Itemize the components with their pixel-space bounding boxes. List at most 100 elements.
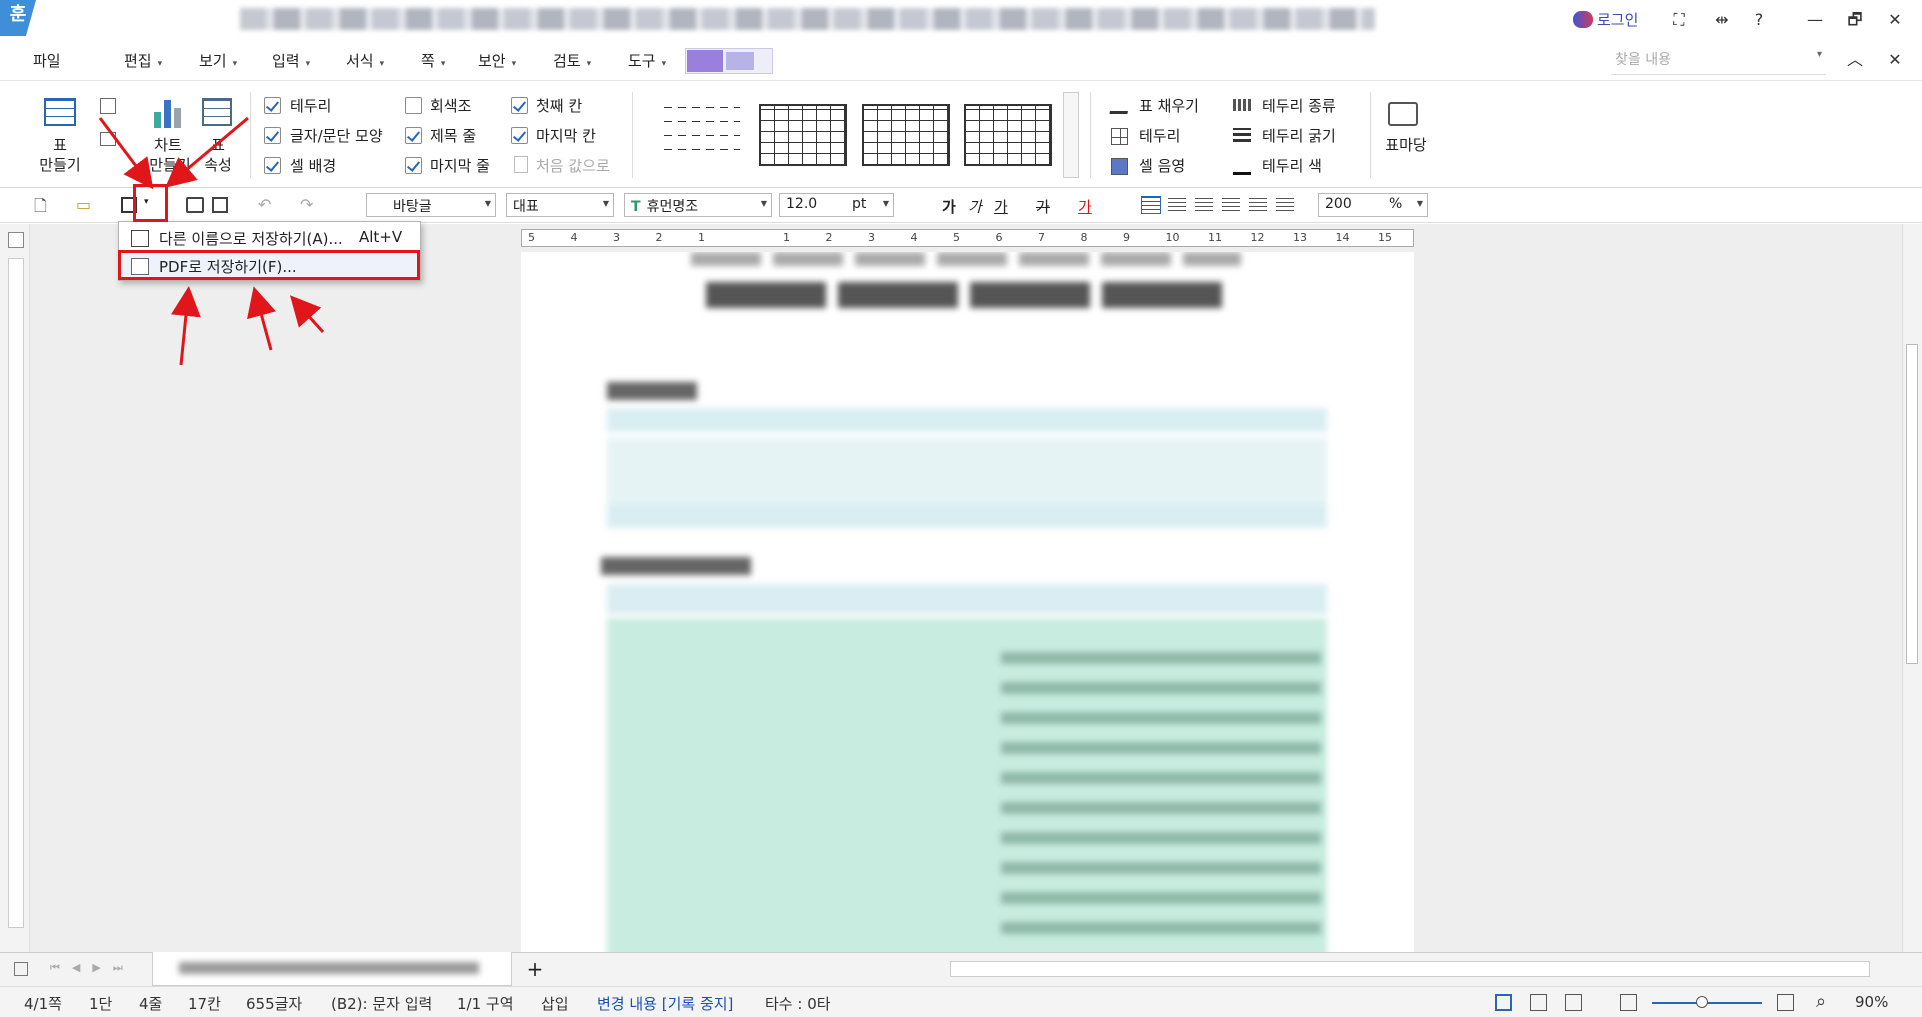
print-preview-icon[interactable] bbox=[212, 197, 228, 213]
cell-bg-checkbox[interactable] bbox=[264, 157, 281, 174]
close-button[interactable]: ✕ bbox=[1882, 8, 1908, 32]
login-button[interactable]: 로그인 bbox=[1573, 7, 1638, 31]
chart-create-line1[interactable]: 차트 bbox=[144, 134, 192, 156]
status-zoom[interactable]: 90% bbox=[1855, 993, 1888, 1011]
underline-button[interactable]: 가 bbox=[994, 196, 1008, 217]
chevron-down-icon[interactable]: ▾ bbox=[1817, 49, 1822, 60]
font-language-select[interactable]: 대표 ▼ bbox=[506, 193, 614, 217]
document-tab[interactable] bbox=[152, 952, 512, 986]
chart-create-line2[interactable]: 만들기 bbox=[140, 154, 200, 176]
font-select[interactable]: T 휴먼명조 ▼ bbox=[624, 193, 772, 217]
table-props-line1[interactable]: 표 bbox=[194, 134, 242, 156]
table-template-button[interactable]: 표마당 bbox=[1376, 134, 1436, 156]
ruler-toggle-icon[interactable] bbox=[8, 232, 24, 248]
border-button[interactable]: 테두리 bbox=[1139, 125, 1180, 146]
font-size-input[interactable]: 12.0 pt ▼ bbox=[779, 193, 894, 217]
menu-format[interactable]: 서식 ▾ bbox=[346, 50, 384, 71]
table-cell-icon[interactable] bbox=[100, 132, 116, 146]
horizontal-scrollbar[interactable] bbox=[950, 961, 1870, 977]
status-page[interactable]: 4/1쪽 bbox=[24, 993, 62, 1014]
table-create-line2[interactable]: 만들기 bbox=[30, 154, 90, 176]
view-full-icon[interactable] bbox=[1565, 994, 1582, 1011]
char-para-checkbox[interactable] bbox=[264, 127, 281, 144]
align-right-icon[interactable] bbox=[1222, 196, 1240, 214]
menu-tools[interactable]: 도구 ▾ bbox=[628, 50, 666, 71]
border-color-button[interactable]: 테두리 색 bbox=[1262, 155, 1322, 176]
print-icon[interactable] bbox=[186, 197, 204, 213]
table-style-grid-3[interactable] bbox=[964, 104, 1052, 166]
menu-insert[interactable]: 입력 ▾ bbox=[272, 50, 310, 71]
blurred-section-1 bbox=[607, 382, 697, 400]
menu-security[interactable]: 보안 ▾ bbox=[478, 50, 516, 71]
document-page[interactable] bbox=[521, 252, 1414, 952]
reset-button[interactable]: 처음 값으로 bbox=[536, 155, 610, 176]
menu-file[interactable]: 파일 bbox=[33, 50, 61, 71]
table-create-icon[interactable] bbox=[44, 98, 76, 126]
fullscreen-icon[interactable]: ⛶ bbox=[1666, 8, 1692, 32]
minimize-button[interactable]: — bbox=[1802, 8, 1828, 32]
undo-icon[interactable]: ↶ bbox=[258, 195, 271, 214]
view-width-icon[interactable] bbox=[1530, 994, 1547, 1011]
table-style-grid-1[interactable] bbox=[759, 104, 847, 166]
bold-button[interactable]: 가 bbox=[942, 196, 956, 217]
table-layout-tab[interactable] bbox=[726, 52, 754, 70]
table-fill-button[interactable]: 표 채우기 bbox=[1139, 95, 1199, 116]
font-color-button[interactable]: 가 bbox=[1078, 196, 1092, 217]
save-as-menu-item[interactable]: 다른 이름으로 저장하기(A)... Alt+V bbox=[119, 224, 420, 252]
table-style-grid-2[interactable] bbox=[862, 104, 950, 166]
menu-view[interactable]: 보기 ▾ bbox=[199, 50, 237, 71]
table-style-dashed[interactable] bbox=[664, 107, 740, 163]
status-insert[interactable]: 삽입 bbox=[541, 993, 569, 1014]
restore-button[interactable]: 🗗 bbox=[1842, 8, 1868, 32]
zoom-out-icon[interactable] bbox=[1620, 994, 1637, 1011]
zoom-in-icon[interactable] bbox=[1777, 994, 1794, 1011]
view-mode-toggle[interactable] bbox=[685, 48, 773, 74]
table-props-line2[interactable]: 속성 bbox=[194, 154, 242, 176]
magnifier-icon[interactable]: ⌕ bbox=[1816, 991, 1826, 1012]
grayscale-checkbox[interactable] bbox=[405, 97, 422, 114]
paragraph-style-select[interactable]: 바탕글 ▼ bbox=[366, 193, 496, 217]
distribute-icon[interactable] bbox=[1249, 196, 1267, 214]
last-col-checkbox[interactable] bbox=[511, 127, 528, 144]
border-type-button[interactable]: 테두리 종류 bbox=[1262, 95, 1336, 116]
collapse-ribbon-icon[interactable]: ︿ bbox=[1842, 48, 1868, 72]
status-track-changes[interactable]: 변경 내용 [기록 중지] bbox=[597, 993, 733, 1014]
vertical-scroll-thumb[interactable] bbox=[1906, 344, 1918, 664]
tab-navigation-arrows[interactable]: ⏮◀▶⏭ bbox=[50, 961, 135, 975]
menu-review[interactable]: 검토 ▾ bbox=[553, 50, 591, 71]
close-doc-button[interactable]: ✕ bbox=[1882, 48, 1908, 72]
table-edit-icon[interactable] bbox=[100, 98, 116, 114]
align-center-icon[interactable] bbox=[1195, 196, 1213, 214]
zoom-input[interactable]: 200% ▼ bbox=[1318, 193, 1428, 217]
open-folder-icon[interactable]: ▭ bbox=[76, 195, 91, 214]
table-properties-icon[interactable] bbox=[202, 98, 232, 126]
chart-create-icon[interactable] bbox=[154, 100, 184, 128]
italic-button[interactable]: 가 bbox=[968, 196, 982, 217]
strikethrough-button[interactable]: 가 bbox=[1036, 196, 1050, 217]
help-icon[interactable]: ? bbox=[1746, 8, 1772, 32]
split-view-icon[interactable]: ⇹ bbox=[1709, 8, 1735, 32]
table-style-scroller[interactable] bbox=[1063, 92, 1079, 178]
align-left-icon[interactable] bbox=[1168, 196, 1186, 214]
table-template-icon[interactable] bbox=[1388, 102, 1418, 126]
view-page-icon[interactable] bbox=[1495, 994, 1512, 1011]
first-col-checkbox[interactable] bbox=[511, 97, 528, 114]
search-input[interactable]: 찾을 내용 ▾ bbox=[1611, 45, 1826, 75]
cell-shade-button[interactable]: 셀 음영 bbox=[1139, 155, 1185, 176]
table-create-line1[interactable]: 표 bbox=[36, 134, 84, 156]
last-row-checkbox[interactable] bbox=[405, 157, 422, 174]
table-design-tab[interactable] bbox=[687, 50, 723, 72]
new-document-icon[interactable]: 🗋 bbox=[34, 195, 47, 222]
menu-page[interactable]: 쪽 ▾ bbox=[421, 50, 445, 71]
title-row-checkbox[interactable] bbox=[405, 127, 422, 144]
align-justify-icon[interactable] bbox=[1141, 196, 1161, 214]
page-view-icon[interactable] bbox=[14, 962, 28, 976]
add-tab-button[interactable]: + bbox=[520, 957, 550, 983]
divide-icon[interactable] bbox=[1276, 196, 1294, 214]
redo-icon[interactable]: ↷ bbox=[300, 195, 313, 214]
border-checkbox[interactable] bbox=[264, 97, 281, 114]
border-thickness-button[interactable]: 테두리 굵기 bbox=[1262, 125, 1336, 146]
zoom-slider-thumb[interactable] bbox=[1696, 996, 1708, 1008]
menu-edit[interactable]: 편집 ▾ bbox=[124, 50, 162, 71]
vertical-scrollbar[interactable] bbox=[1902, 224, 1922, 952]
